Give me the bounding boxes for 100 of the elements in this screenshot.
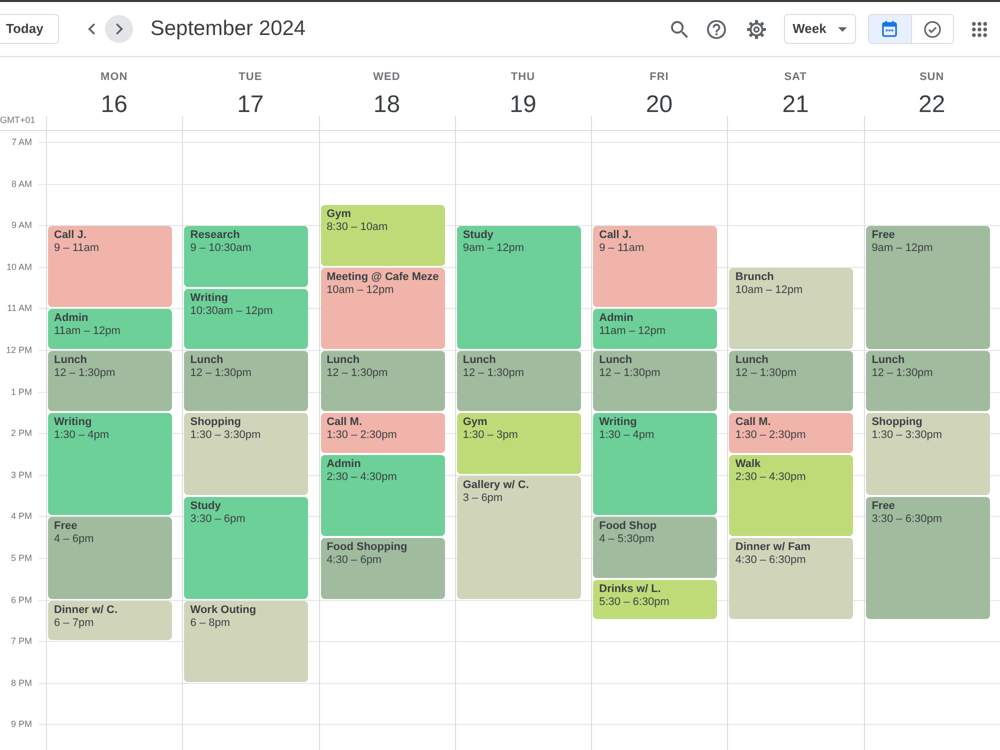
- event-time: 5:30 – 6:30pm: [599, 596, 670, 609]
- today-button[interactable]: Today: [0, 14, 60, 44]
- event-title: Call M.: [326, 416, 364, 430]
- event-card[interactable]: Lunch 12 – 1:30pm: [729, 351, 854, 412]
- event-card[interactable]: Study 9am – 12pm: [456, 226, 581, 349]
- event-card[interactable]: Lunch 12 – 1:30pm: [593, 351, 718, 412]
- event-card[interactable]: Drinks w/ L. 5:30 – 6:30pm: [593, 580, 718, 620]
- event-card[interactable]: Shopping 1:30 – 3:30pm: [866, 413, 990, 495]
- event-card[interactable]: Lunch 12 – 1:30pm: [184, 351, 308, 412]
- event-time: 12 – 1:30pm: [462, 367, 525, 380]
- event-card[interactable]: Call J. 9 – 11am: [593, 226, 718, 308]
- event-time: 1:30 – 3pm: [462, 429, 519, 442]
- event-time: 12 – 1:30pm: [735, 367, 798, 380]
- day-number[interactable]: 22: [918, 91, 946, 119]
- event-time: 1:30 – 4pm: [599, 429, 656, 442]
- event-card[interactable]: Gallery w/ C. 3 – 6pm: [456, 476, 581, 599]
- event-time: 12 – 1:30pm: [54, 367, 116, 380]
- event-title: Drinks w/ L.: [599, 582, 662, 596]
- event-title: Call J.: [599, 229, 633, 242]
- event-card[interactable]: Writing 10:30am – 12pm: [184, 288, 308, 349]
- hour-label: 1 PM: [10, 386, 32, 398]
- event-title: Study: [462, 229, 494, 242]
- event-title: Writing: [599, 416, 638, 430]
- apps-icon[interactable]: [972, 22, 986, 36]
- event-card[interactable]: Admin 2:30 – 4:30pm: [320, 455, 445, 536]
- event-time: 4:30 – 6pm: [326, 554, 383, 568]
- event-title: Gym: [326, 208, 352, 222]
- hour-label: 12 PM: [6, 344, 32, 356]
- day-number[interactable]: 20: [646, 91, 673, 119]
- event-card[interactable]: Food Shop 4 – 5:30pm: [593, 517, 718, 578]
- event-title: Gym: [462, 416, 488, 430]
- month-title: September 2024: [150, 16, 306, 42]
- event-card[interactable]: Food Shopping 4:30 – 6pm: [320, 538, 445, 599]
- event-card[interactable]: Walk 2:30 – 4:30pm: [729, 455, 854, 536]
- event-time: 6 – 8pm: [190, 616, 232, 630]
- event-card[interactable]: Lunch 12 – 1:30pm: [320, 351, 445, 412]
- event-time: 1:30 – 2:30pm: [735, 429, 807, 442]
- event-card[interactable]: Admin 11am – 12pm: [593, 309, 718, 349]
- event-title: Work Outing: [190, 604, 258, 617]
- event-title: Lunch: [190, 354, 224, 367]
- event-title: Dinner w/ Fam: [735, 541, 812, 554]
- tasks-view-button[interactable]: [910, 15, 953, 43]
- day-number[interactable]: 19: [510, 91, 536, 119]
- event-title: Walk: [735, 458, 762, 471]
- event-title: Lunch: [54, 354, 88, 367]
- event-card[interactable]: Admin 11am – 12pm: [48, 309, 172, 349]
- event-card[interactable]: Free 9am – 12pm: [866, 226, 990, 349]
- event-title: Admin: [599, 312, 634, 326]
- event-card[interactable]: Dinner w/ Fam 4:30 – 6:30pm: [729, 538, 854, 620]
- event-card[interactable]: Free 4 – 6pm: [48, 517, 172, 599]
- hour-label: 4 PM: [10, 510, 32, 522]
- event-title: Meeting @ Cafe Meze: [326, 270, 440, 284]
- event-card[interactable]: Lunch 12 – 1:30pm: [866, 351, 990, 412]
- event-time: 3:30 – 6:30pm: [872, 512, 944, 526]
- day-number[interactable]: 17: [237, 91, 264, 119]
- event-card[interactable]: Free 3:30 – 6:30pm: [866, 496, 990, 620]
- event-card[interactable]: Work Outing 6 – 8pm: [184, 600, 308, 682]
- day-number[interactable]: 18: [373, 91, 400, 119]
- event-title: Lunch: [872, 354, 906, 367]
- event-time: 9am – 12pm: [462, 242, 525, 256]
- event-card[interactable]: Call J. 9 – 11am: [48, 226, 172, 308]
- event-card[interactable]: Gym 8:30 – 10am: [320, 205, 445, 266]
- hour-label: 2 PM: [10, 427, 32, 440]
- event-card[interactable]: Gym 1:30 – 3pm: [456, 413, 581, 474]
- day-number[interactable]: 21: [782, 91, 809, 119]
- calendar-view-button[interactable]: [869, 15, 910, 43]
- event-card[interactable]: Study 3:30 – 6pm: [184, 496, 308, 599]
- event-time: 9 – 11am: [54, 242, 100, 256]
- help-icon[interactable]: [706, 20, 726, 38]
- weekday-label: MON: [100, 70, 128, 84]
- view-dropdown[interactable]: Week: [784, 14, 856, 44]
- event-card[interactable]: Writing 1:30 – 4pm: [593, 413, 718, 516]
- event-title: Lunch: [735, 354, 770, 367]
- day-number[interactable]: 16: [100, 91, 128, 119]
- event-time: 6 – 7pm: [54, 616, 95, 630]
- event-card[interactable]: Research 9 – 10:30am: [184, 226, 308, 287]
- event-card[interactable]: Lunch 12 – 1:30pm: [456, 351, 581, 412]
- event-card[interactable]: Call M. 1:30 – 2:30pm: [320, 413, 445, 453]
- event-title: Study: [190, 500, 222, 513]
- event-card[interactable]: Shopping 1:30 – 3:30pm: [184, 413, 308, 495]
- event-card[interactable]: Writing 1:30 – 4pm: [48, 413, 172, 516]
- search-icon[interactable]: [670, 20, 688, 38]
- event-title: Writing: [190, 292, 229, 305]
- event-time: 1:30 – 4pm: [54, 429, 110, 442]
- event-title: Free: [872, 500, 896, 513]
- event-card[interactable]: Dinner w/ C. 6 – 7pm: [48, 600, 172, 640]
- event-time: 8:30 – 10am: [326, 221, 389, 234]
- next-button[interactable]: [105, 15, 134, 43]
- event-card[interactable]: Lunch 12 – 1:30pm: [48, 351, 172, 412]
- event-card[interactable]: Meeting @ Cafe Meze 10am – 12pm: [320, 268, 445, 349]
- event-time: 10am – 12pm: [326, 284, 395, 297]
- event-card[interactable]: Call M. 1:30 – 2:30pm: [729, 413, 854, 453]
- event-card[interactable]: Brunch 10am – 12pm: [729, 268, 854, 349]
- hour-label: 3 PM: [10, 468, 32, 481]
- event-title: Call M.: [735, 416, 772, 430]
- check-circle-icon: [924, 20, 941, 38]
- settings-icon[interactable]: [746, 20, 766, 38]
- event-title: Shopping: [872, 416, 924, 430]
- weekday-label: FRI: [650, 70, 669, 84]
- weekday-label: WED: [373, 70, 400, 84]
